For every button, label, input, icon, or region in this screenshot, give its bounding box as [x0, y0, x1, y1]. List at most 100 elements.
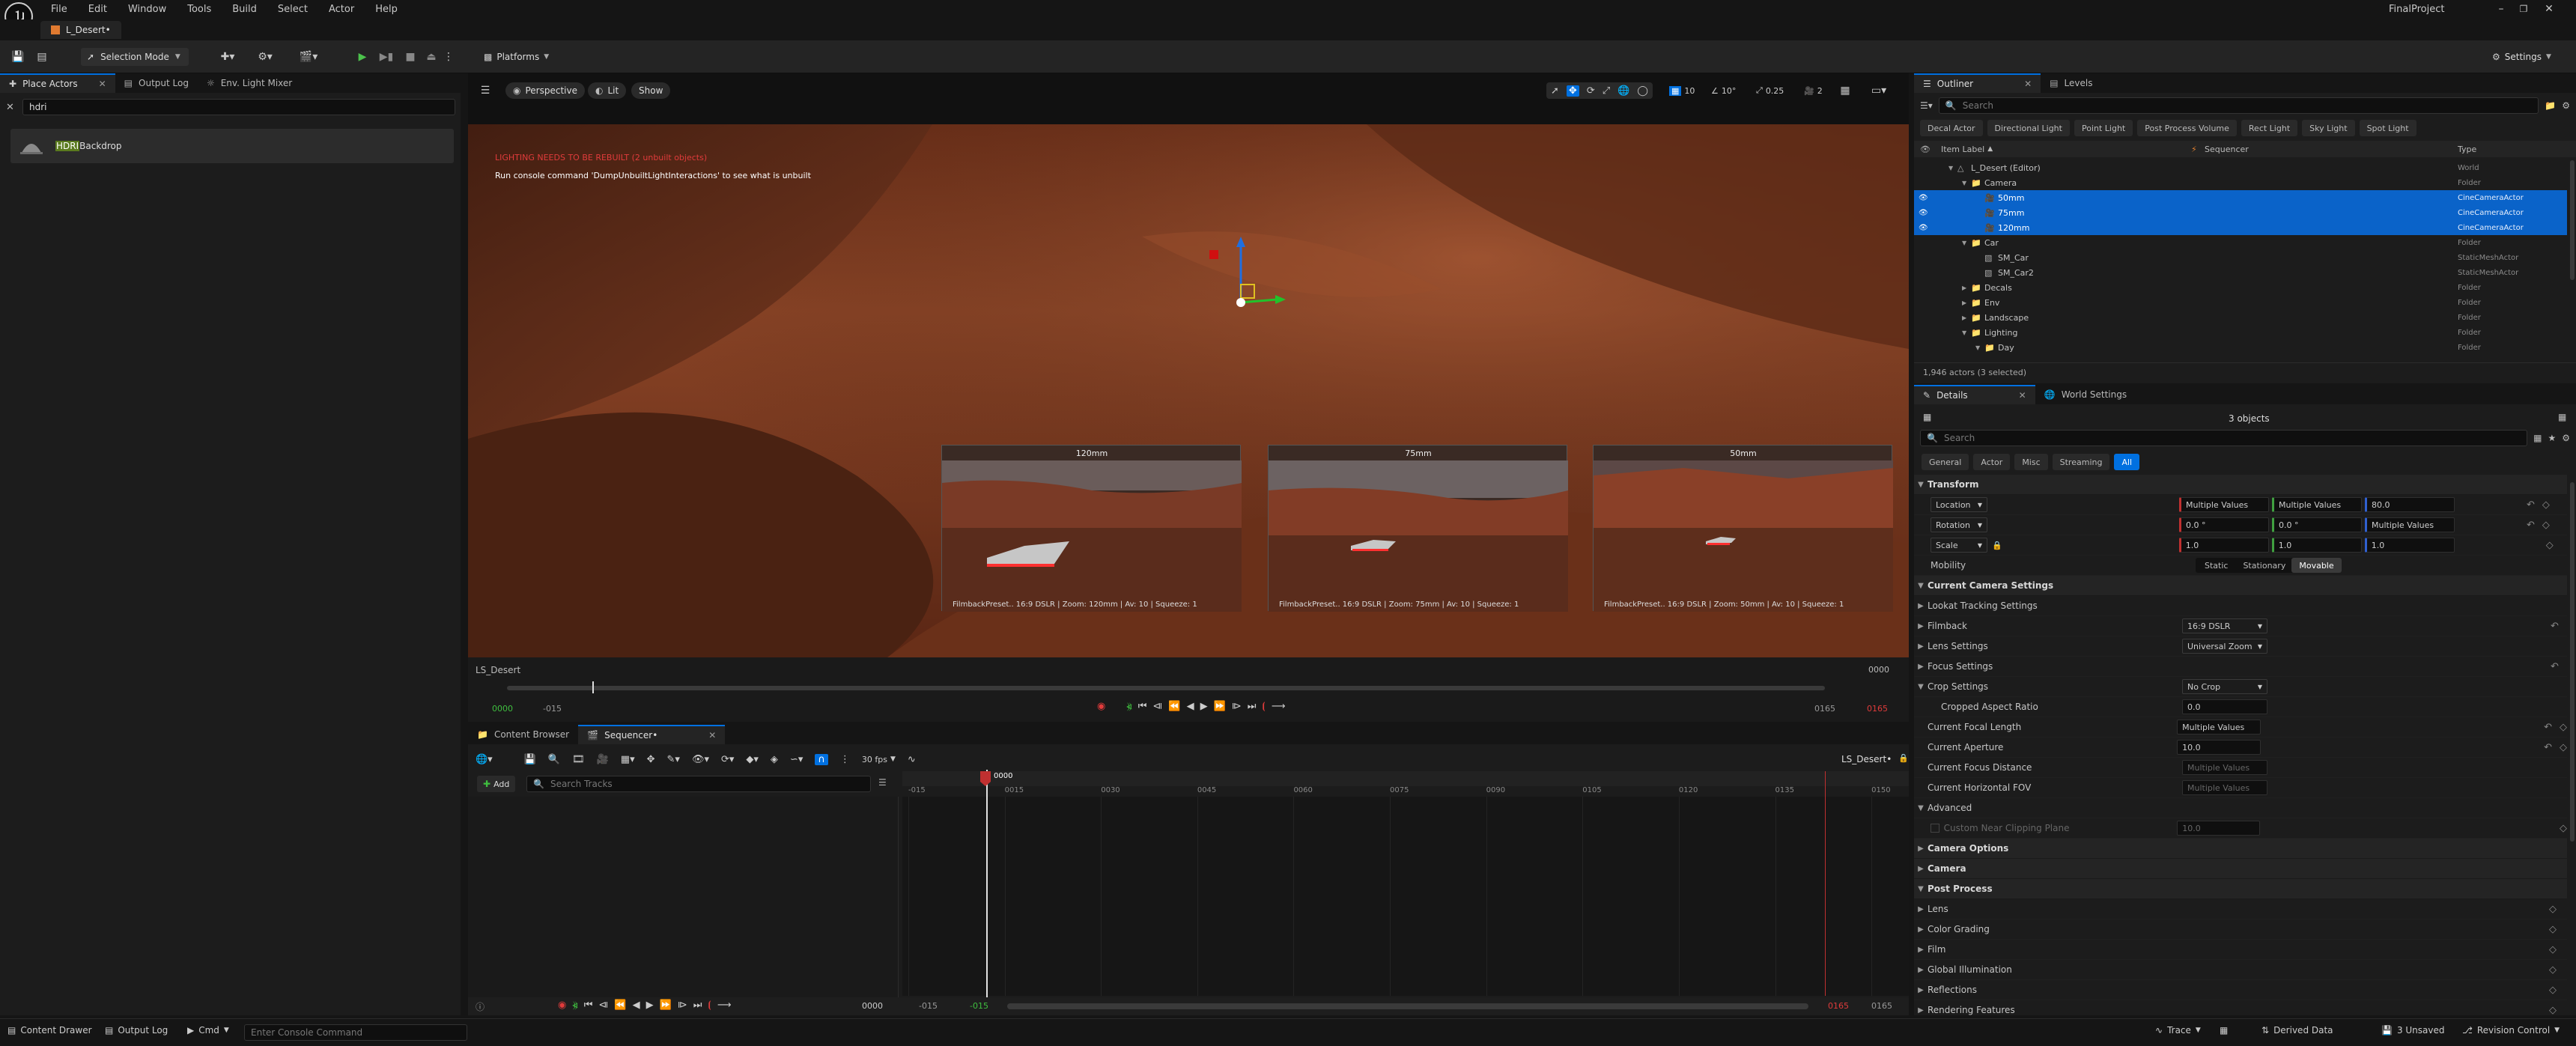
- filter-icon[interactable]: ☰▾: [1920, 100, 1933, 111]
- next-key-icon[interactable]: ⧐: [1232, 701, 1242, 712]
- timeline-ruler[interactable]: [902, 771, 1909, 786]
- transform-gizmo[interactable]: [1187, 235, 1292, 317]
- details-search-input[interactable]: 🔍 Search: [1920, 430, 2528, 446]
- find-asset-icon[interactable]: 🔍: [548, 754, 560, 765]
- step-back-icon[interactable]: ⏪: [1168, 701, 1180, 712]
- aperture-input[interactable]: 10.0: [2177, 740, 2261, 755]
- stop-icon[interactable]: ■: [403, 49, 418, 64]
- tab-outliner[interactable]: ☰ Outliner ✕: [1914, 73, 2041, 93]
- post-process-item[interactable]: ▶ Color Grading ◇: [1914, 919, 2567, 940]
- step-icon[interactable]: ▶▮: [379, 49, 394, 64]
- visibility-icon[interactable]: 👁: [1919, 194, 1935, 202]
- collapsed-arrow-icon[interactable]: ▶: [1914, 663, 1928, 671]
- output-log-button[interactable]: ▤ Output Log: [105, 1025, 168, 1036]
- scale-tool-icon[interactable]: ⤢: [1603, 85, 1610, 97]
- key-icon[interactable]: ◇: [2542, 499, 2550, 511]
- cinematics-icon[interactable]: 🎬▾: [298, 49, 319, 64]
- settings-dropdown[interactable]: ⚙ Settings ▼: [2488, 48, 2556, 66]
- rotation-y[interactable]: 0.0 °: [2272, 517, 2362, 532]
- loop-icon[interactable]: ⟶: [1272, 701, 1286, 712]
- tree-arrow-icon[interactable]: ▶: [1962, 314, 1971, 321]
- filmback-dropdown[interactable]: 16:9 DSLR ▼: [2182, 618, 2267, 633]
- visibility-icon[interactable]: 👁: [1919, 269, 1935, 277]
- prev-key-icon[interactable]: ⧏: [1152, 701, 1162, 712]
- outliner-row[interactable]: 👁 ▶📁Env Folder: [1914, 295, 2567, 310]
- key-icon[interactable]: ◇: [2542, 520, 2550, 531]
- focal-length-input[interactable]: Multiple Values: [2177, 720, 2261, 735]
- play-reverse-icon[interactable]: ◀: [1187, 701, 1194, 712]
- details-scrollbar[interactable]: [2570, 482, 2575, 842]
- filter-misc[interactable]: Misc: [2014, 454, 2048, 470]
- render-icon[interactable]: 🎞: [572, 754, 585, 765]
- play-reverse-icon[interactable]: ◀: [633, 1000, 640, 1011]
- world-icon[interactable]: 🌐▾: [476, 754, 493, 765]
- content-drawer-button[interactable]: ▤ Content Drawer: [7, 1025, 92, 1036]
- tab-details[interactable]: ✎ Details ✕: [1914, 385, 2035, 404]
- outliner-row[interactable]: 👁 🎥 50mm CineCameraActor: [1914, 190, 2567, 205]
- transport-scrub-bar[interactable]: [507, 686, 1825, 690]
- post-process-item[interactable]: ▶ Lens ◇: [1914, 899, 2567, 919]
- rotation-x[interactable]: 0.0 °: [2179, 517, 2269, 532]
- section-current-camera-settings[interactable]: ▼ Current Camera Settings: [1914, 576, 2567, 596]
- rotation-z[interactable]: Multiple Values: [2365, 517, 2455, 532]
- maximize-viewport-icon[interactable]: ▦: [1838, 84, 1852, 97]
- visibility-icon[interactable]: 👁: [1919, 299, 1935, 307]
- mobility-stationary[interactable]: Stationary: [2237, 561, 2291, 571]
- timeline-playhead[interactable]: [986, 770, 988, 999]
- scale-z[interactable]: 1.0: [2364, 538, 2455, 553]
- rotation-dropdown[interactable]: Rotation ▼: [1931, 517, 1987, 532]
- camera-preview-50mm[interactable]: 50mm FilmbackPreset.. 16:9 DSLR | Zoom: …: [1593, 445, 1893, 612]
- cropped-aspect-input[interactable]: 0.0: [2182, 699, 2267, 714]
- tree-arrow-icon[interactable]: ▼: [1975, 344, 1984, 351]
- tab-sequencer[interactable]: 🎬 Sequencer• ✕: [578, 725, 726, 744]
- selection-mode-dropdown[interactable]: ➚ Selection Mode ▼: [81, 48, 189, 66]
- outliner-row[interactable]: 👁 ▼△ L_Desert (Editor) World: [1914, 160, 2567, 175]
- custom-near-checkbox[interactable]: [1931, 824, 1939, 833]
- hdri-backdrop-item[interactable]: HDRIBackdrop: [10, 129, 454, 163]
- outliner-row[interactable]: 👁 ▼📁Car Folder: [1914, 235, 2567, 250]
- key-icon[interactable]: ◇: [2549, 904, 2557, 915]
- level-tab[interactable]: L_Desert•: [40, 21, 121, 39]
- tree-arrow-icon[interactable]: ▼: [1962, 240, 1971, 246]
- clear-search-icon[interactable]: ✕: [6, 102, 22, 113]
- property-matrix-icon[interactable]: ▦: [2533, 433, 2542, 443]
- add-folder-icon[interactable]: 📁: [2545, 100, 2556, 111]
- rotation-snap[interactable]: ∠ 10°: [1711, 82, 1736, 99]
- snap-magnet-icon[interactable]: ∩: [815, 753, 828, 765]
- filter-all[interactable]: All: [2114, 454, 2140, 470]
- reset-arrow-icon[interactable]: ↶: [2527, 520, 2535, 531]
- tab-content-browser[interactable]: 📁 Content Browser: [468, 725, 578, 744]
- outliner-row[interactable]: 👁 ▼📁Day Folder: [1914, 340, 2567, 355]
- section-transform[interactable]: ▼ Transform: [1914, 475, 2567, 495]
- grid-snap[interactable]: ▦ 10: [1669, 82, 1695, 99]
- snap-options-icon[interactable]: ▦▾: [621, 754, 635, 765]
- mobility-movable[interactable]: Movable: [2291, 558, 2342, 573]
- col-item-label[interactable]: Item Label: [1941, 145, 1984, 154]
- key-icon[interactable]: ◇: [2549, 964, 2557, 976]
- camera-icon[interactable]: 🎥: [597, 754, 609, 765]
- reset-arrow-icon[interactable]: ↶: [2544, 722, 2552, 733]
- cmd-dropdown[interactable]: ▶ Cmd ▼: [187, 1025, 229, 1036]
- reset-arrow-icon[interactable]: ↶: [2527, 499, 2535, 511]
- lock-icon[interactable]: 🔒: [1992, 541, 2002, 550]
- filter-icon[interactable]: ☰: [878, 777, 887, 788]
- filter-streaming[interactable]: Streaming: [2052, 454, 2110, 470]
- scale-dropdown[interactable]: Scale ▼: [1931, 538, 1987, 553]
- outliner-row[interactable]: 👁 🎥 75mm CineCameraActor: [1914, 205, 2567, 220]
- search-tracks-input[interactable]: 🔍 Search Tracks: [526, 776, 871, 792]
- set-start-icon[interactable]: ⦖: [572, 1000, 577, 1011]
- menu-edit[interactable]: Edit: [88, 4, 107, 15]
- filter-general[interactable]: General: [1922, 454, 1969, 470]
- tree-arrow-icon[interactable]: ▼: [1948, 165, 1957, 171]
- fps-dropdown[interactable]: 30 fps ▼: [862, 755, 896, 764]
- trace-dropdown[interactable]: ∿ Trace ▼: [2155, 1025, 2201, 1036]
- key-icon[interactable]: ◇: [2560, 742, 2567, 753]
- outliner-row[interactable]: 👁 ▧ SM_Car2 StaticMeshActor: [1914, 265, 2567, 280]
- tab-env-light-mixer[interactable]: ☼ Env. Light Mixer: [198, 73, 301, 93]
- outliner-filter-chip[interactable]: Rect Light: [2241, 120, 2298, 136]
- hamburger-menu-icon[interactable]: ☰: [479, 84, 492, 97]
- tree-arrow-icon[interactable]: ▼: [1962, 180, 1971, 186]
- close-icon[interactable]: ✕: [2019, 390, 2026, 401]
- jump-end-icon[interactable]: ⏭: [1248, 701, 1257, 712]
- info-icon[interactable]: ⓘ: [476, 1000, 484, 1013]
